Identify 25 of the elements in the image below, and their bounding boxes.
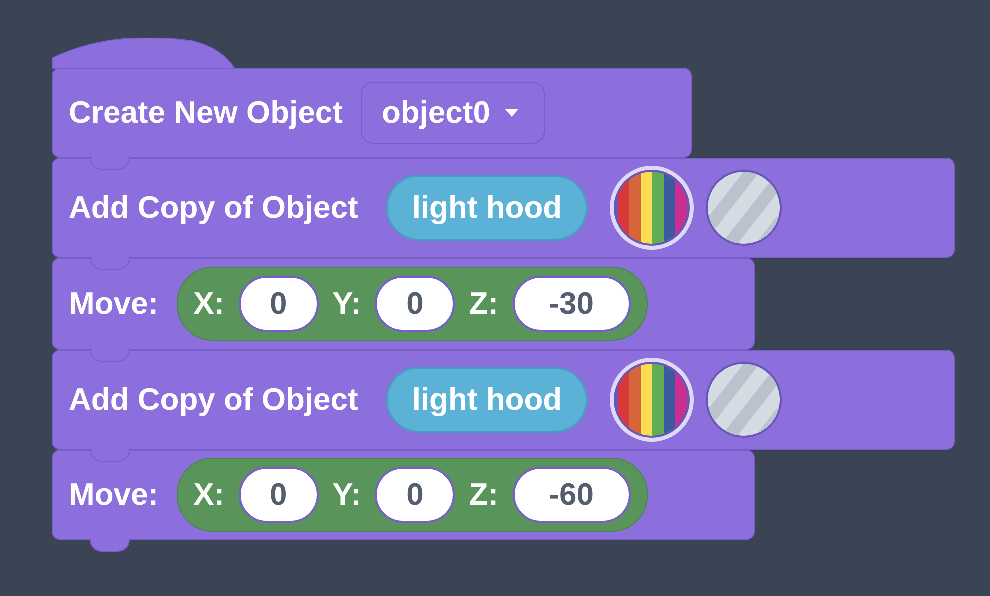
material-swatch[interactable] <box>608 164 696 252</box>
block-label: Add Copy of Object <box>69 382 358 418</box>
coordinate-field[interactable]: -30 <box>512 276 631 332</box>
axis-label: Y: <box>332 477 362 513</box>
code-block[interactable]: Add Copy of Object light hood <box>52 158 955 258</box>
material-swatch[interactable] <box>608 356 696 444</box>
caret-icon <box>504 108 520 118</box>
axis-label: Z: <box>469 286 499 322</box>
block-label: Move: <box>69 286 159 322</box>
code-block[interactable]: Move: X: 0 Y: 0 Z: -60 <box>52 450 755 540</box>
coordinate-field[interactable]: 0 <box>375 276 456 332</box>
axis-label: X: <box>194 286 225 322</box>
block-label: Create New Object <box>69 95 343 131</box>
block-label: Move: <box>69 477 159 513</box>
coordinate-field[interactable]: -60 <box>512 467 631 523</box>
code-block[interactable]: Move: X: 0 Y: 0 Z: -30 <box>52 258 755 350</box>
axis-label: Y: <box>332 286 362 322</box>
axis-label: X: <box>194 477 225 513</box>
coordinate-field[interactable]: 0 <box>375 467 456 523</box>
block-label: Add Copy of Object <box>69 190 358 226</box>
code-block[interactable]: Add Copy of Object light hood <box>52 350 955 450</box>
object-dropdown[interactable]: object0 <box>360 82 546 144</box>
coordinate-field[interactable]: 0 <box>238 276 319 332</box>
coordinate-field[interactable]: 0 <box>238 467 319 523</box>
axis-label: Z: <box>469 477 499 513</box>
